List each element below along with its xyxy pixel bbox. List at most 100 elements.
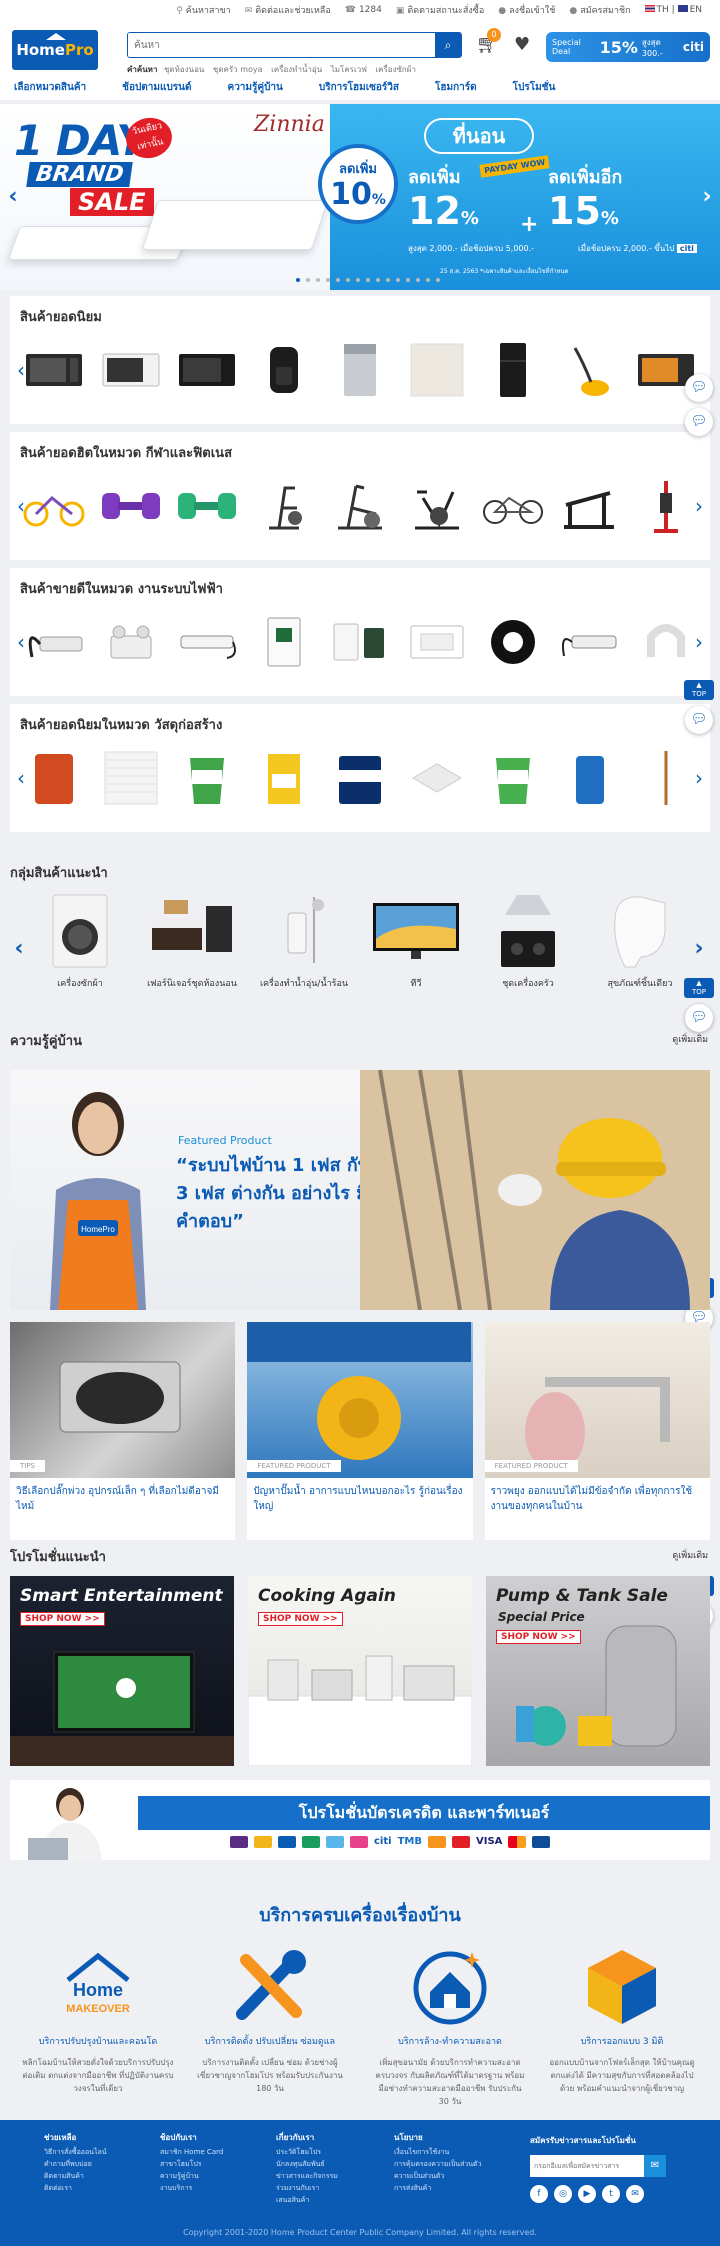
hero-prev-arrow[interactable]: ‹ [4,184,22,210]
nav-home-service[interactable]: บริการโฮมเซอร์วิส [319,80,399,95]
slide-dot[interactable] [316,278,320,282]
product-vacuum[interactable] [558,341,622,399]
category-tv[interactable]: ทีวี [368,886,464,1002]
product-wall-tile[interactable] [99,749,163,807]
product-cement-bag[interactable] [22,749,86,807]
lang-en[interactable]: EN [690,5,702,15]
product-outlet[interactable] [328,613,392,671]
footer-link[interactable]: งานบริการ [160,2182,223,2194]
keyword-link[interactable]: ไมโครเวฟ [331,65,367,74]
service-install-repair[interactable]: บริการติดตั้ง ปรับเปลี่ยน ซ่อมดูแล บริกา… [188,1946,352,2095]
back-to-top-button[interactable]: ▲TOP [684,680,714,700]
product-refrigerator[interactable] [481,341,545,399]
category-bedroom-furniture[interactable]: เฟอร์นิเจอร์ชุดห้องนอน [144,886,240,1002]
promo-shop-now[interactable]: SHOP NOW >> [20,1612,105,1626]
nav-promotion[interactable]: โปรโมชั่น [513,80,556,95]
category-one-piece-toilet[interactable]: สุขภัณฑ์ชิ้นเดียว [592,886,688,1002]
product-kids-bike[interactable] [22,477,86,535]
slide-dot[interactable] [386,278,390,282]
twitter-icon[interactable]: t [602,2185,620,2203]
slide-dot[interactable] [416,278,420,282]
keyword-link[interactable]: ชุดห้องนอน [164,65,204,74]
product-emergency-light[interactable] [99,613,163,671]
product-ceiling-board[interactable] [405,749,469,807]
category-washing-machine[interactable]: เครื่องซักผ้า [32,886,128,1002]
product-toa-primer[interactable] [328,749,392,807]
product-tile[interactable] [405,341,469,399]
nav-shop-by-brand[interactable]: ช้อปตามแบรนด์ [122,80,191,95]
footer-link[interactable]: ติดต่อเรา [44,2182,107,2194]
knowledge-card[interactable]: FEATURED PRODUCT ปัญหาปั๊มน้ำ อาการแบบไห… [247,1322,473,1540]
footer-link[interactable]: ร่วมงานกับเรา [276,2182,338,2194]
product-exercise-bike[interactable] [252,477,316,535]
product-rod[interactable] [634,749,698,807]
category-kitchen-set[interactable]: ชุดเครื่องครัว [480,886,576,1002]
product-power-strip-2[interactable] [558,613,622,671]
footer-link[interactable]: นักลงทุนสัมพันธ์ [276,2158,338,2170]
footer-link[interactable]: ข่าวสารและกิจกรรม [276,2170,338,2182]
product-microwave[interactable] [22,341,86,399]
product-scg-bucket[interactable] [175,749,239,807]
promo-shop-now[interactable]: SHOP NOW >> [258,1612,343,1626]
youtube-icon[interactable]: ▶ [578,2185,596,2203]
product-scg-bucket-2[interactable] [481,749,545,807]
product-microwave-white[interactable] [99,341,163,399]
slide-dot[interactable] [326,278,330,282]
credit-card-promo[interactable]: โปรโมชั่นบัตรเครดิต และพาร์ทเนอร์ citi T… [10,1780,710,1860]
newsletter-submit-button[interactable]: ✉ [644,2155,666,2177]
service-home-makeover[interactable]: Home MAKEOVER บริการปรับปรุงบ้านและคอนโด… [16,1946,180,2095]
nav-home-knowledge[interactable]: ความรู้คู่บ้าน [228,80,283,95]
category-water-heater[interactable]: เครื่องทำน้ำอุ่น/น้ำร้อน [256,886,352,1002]
footer-link[interactable]: คำถามที่พบบ่อย [44,2158,107,2170]
product-bicycle[interactable] [481,477,545,535]
footer-link[interactable]: ความเป็นส่วนตัว [394,2170,482,2182]
product-electrical-tape[interactable] [481,613,545,671]
product-sealant[interactable] [558,749,622,807]
product-power-strip[interactable] [22,613,86,671]
footer-link[interactable]: วิธีการสั่งซื้อออนไลน์ [44,2146,107,2158]
chat-bubble-icon[interactable]: 💬︎ [685,1004,713,1032]
hero-banner[interactable]: 1 DAY BRAND SALE วันเดียว เท่านั้น Zinni… [0,104,720,290]
slide-dot[interactable] [426,278,430,282]
product-dumbbell-purple[interactable] [99,477,163,535]
keyword-link[interactable]: เครื่องทำน้ำอุ่น [271,65,322,74]
newsletter-email-input[interactable] [530,2155,644,2177]
product-pipe-clip[interactable] [634,613,698,671]
footer-link[interactable]: ความรู้คู่บ้าน [160,2170,223,2182]
footer-link[interactable]: ติดตามสินค้า [44,2170,107,2182]
product-bench[interactable] [558,477,622,535]
slide-dot[interactable] [346,278,350,282]
contact-link[interactable]: ✉ ติดต่อและช่วยเหลือ [245,3,331,17]
promo-smart-entertainment[interactable]: Smart Entertainment SHOP NOW >> [10,1576,234,1766]
nav-select-category[interactable]: เลือกหมวดสินค้า [14,80,86,95]
slide-dot[interactable] [396,278,400,282]
store-locator-link[interactable]: ⚲ ค้นหาสาขา [176,3,231,17]
footer-link[interactable]: การส่งสินค้า [394,2182,482,2194]
promo-shop-now[interactable]: SHOP NOW >> [496,1630,581,1644]
lang-th[interactable]: TH [657,5,669,15]
register-link[interactable]: ● สมัครสมาชิก [569,3,630,17]
footer-link[interactable]: สาขาโฮมโปร [160,2158,223,2170]
slide-dot[interactable] [406,278,410,282]
footer-link[interactable]: การคุ้มครองความเป็นส่วนตัว [394,2158,482,2170]
promo-pump-tank[interactable]: Pump & Tank Sale Special Price SHOP NOW … [486,1576,710,1766]
knowledge-card[interactable]: FEATURED PRODUCT ราวพยุง ออกแบบได้ไม่มีข… [484,1322,710,1540]
chat-bubble-icon[interactable]: 💬︎ [685,706,713,734]
chat-bubble-icon[interactable]: 💬︎ [685,408,713,436]
promotions-see-more[interactable]: ดูเพิ่มเติม [672,1548,708,1562]
keyword-link[interactable]: ชุดครัว moya [213,65,263,74]
search-input[interactable] [128,33,435,57]
product-dumbbell-green[interactable] [175,477,239,535]
slide-dot[interactable] [376,278,380,282]
track-order-link[interactable]: ▣ ติดตามสถานะสั่งซื้อ [396,3,484,17]
slide-dot[interactable] [296,278,300,282]
header-promo-banner[interactable]: Special Deal 15% สูงสุด 300.- citi [546,32,710,62]
hero-next-arrow[interactable]: › [698,184,716,210]
product-microwave-black[interactable] [175,341,239,399]
slide-dot[interactable] [366,278,370,282]
product-spin-bike[interactable] [405,477,469,535]
instagram-icon[interactable]: ◎ [554,2185,572,2203]
footer-link[interactable]: ประวัติโฮมโปร [276,2146,338,2158]
footer-link[interactable]: เงื่อนไขการใช้งาน [394,2146,482,2158]
slide-dot[interactable] [306,278,310,282]
